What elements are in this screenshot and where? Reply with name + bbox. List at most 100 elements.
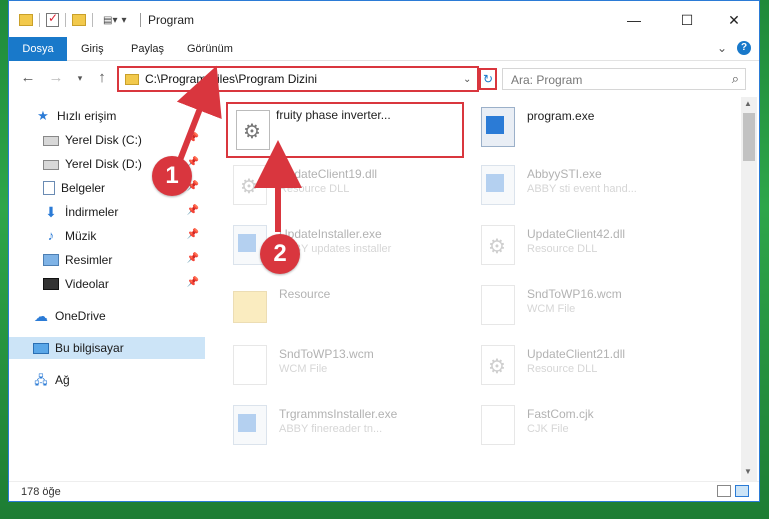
recent-locations-icon[interactable]: ▾: [71, 73, 89, 84]
back-arrow-icon[interactable]: ←: [19, 69, 37, 86]
file-name: UpdateClient42.dll: [527, 227, 626, 241]
search-icon[interactable]: ⌕: [732, 71, 739, 87]
file-type: WCM File: [279, 363, 328, 375]
sidebar-item-label: İndirmeler: [65, 205, 119, 219]
up-arrow-icon[interactable]: ↑: [93, 69, 111, 86]
vertical-scrollbar[interactable]: ▲ ▼: [741, 97, 757, 481]
pin-icon[interactable]: 📌: [187, 229, 199, 240]
sidebar-item-label: Resimler: [65, 253, 113, 267]
scroll-down-icon[interactable]: ▼: [744, 467, 752, 476]
pin-icon[interactable]: 📌: [187, 205, 199, 216]
list-item[interactable]: UpdateClient19.dll Resource DLL: [211, 161, 451, 211]
callout-badge-1: 1: [152, 156, 192, 196]
toolbar-divider: [92, 13, 93, 27]
scroll-up-icon[interactable]: ▲: [744, 99, 752, 108]
dll-file-icon: [481, 345, 515, 385]
document-icon: [43, 181, 55, 195]
ribbon-controls: ⌄ ?: [717, 41, 751, 55]
list-item[interactable]: Resource: [211, 281, 451, 331]
details-view-icon[interactable]: [717, 485, 731, 497]
list-item[interactable]: AbbyySTI.exe ABBY sti event hand...: [459, 161, 699, 211]
file-name: AbbyySTI.exe: [527, 167, 602, 181]
ribbon-tabs: Dosya Giriş Paylaş Görünüm ⌄ ?: [9, 37, 759, 61]
tab-view[interactable]: Görünüm: [177, 37, 243, 61]
file-type: Resource DLL: [279, 183, 350, 195]
file-type: ABBY sti event hand...: [527, 183, 637, 195]
sidebar-item-label: Müzik: [65, 229, 97, 243]
tab-share[interactable]: Paylaş: [121, 37, 174, 61]
file-type: CJK File: [527, 423, 569, 435]
sidebar-item-quick-access[interactable]: ★ Hızlı erişim: [9, 105, 205, 127]
customize-toolbar-icon[interactable]: ▾: [121, 15, 126, 26]
file-type: Resource DLL: [527, 363, 598, 375]
list-item[interactable]: UpdateInstaller.exe ABBY updates install…: [211, 221, 451, 271]
sidebar-item-this-pc[interactable]: Bu bilgisayar: [9, 337, 205, 359]
file-name: Resource: [279, 287, 331, 301]
sidebar-item-label: Hızlı erişim: [57, 109, 117, 123]
sidebar-item-onedrive[interactable]: ☁ OneDrive: [9, 305, 205, 327]
executable-file-icon: [481, 165, 515, 205]
disk-icon: [43, 160, 59, 170]
search-placeholder: Ara: Program: [511, 73, 583, 87]
minimize-button[interactable]: —: [611, 9, 657, 31]
list-item[interactable]: SndToWP13.wcm WCM File: [211, 341, 451, 391]
list-item[interactable]: UpdateClient42.dll Resource DLL: [459, 221, 699, 271]
item-count: 178 öğe: [21, 486, 61, 498]
star-icon: ★: [37, 108, 49, 123]
sidebar-item-disk-c[interactable]: Yerel Disk (C:) 📌: [9, 129, 205, 151]
disk-icon: [43, 136, 59, 146]
file-icon: [481, 285, 515, 325]
search-input[interactable]: Ara: Program ⌕: [502, 68, 746, 90]
network-icon: 🖧: [34, 373, 48, 387]
file-name: UpdateInstaller.exe: [279, 227, 382, 241]
tab-home[interactable]: Giriş: [71, 37, 114, 61]
forward-arrow-icon[interactable]: →: [47, 69, 65, 86]
highlighted-file[interactable]: ⚙ fruity phase inverter...: [226, 102, 464, 158]
executable-file-icon: [233, 405, 267, 445]
sidebar-item-label: OneDrive: [55, 309, 106, 323]
address-bar[interactable]: C:\Program Files\Program Dizini ⌄: [117, 66, 479, 92]
large-icons-view-icon[interactable]: [735, 485, 749, 497]
new-folder-icon[interactable]: [72, 14, 86, 26]
list-item[interactable]: TrgrammsInstaller.exe ABBY finereader tn…: [211, 401, 451, 451]
file-name: UpdateClient21.dll: [527, 347, 626, 361]
sidebar-item-label: Belgeler: [61, 181, 106, 195]
view-options-icon[interactable]: ▤▾: [103, 15, 117, 26]
close-button[interactable]: ✕: [711, 9, 757, 31]
sidebar-item-pictures[interactable]: Resimler 📌: [9, 249, 205, 271]
refresh-button[interactable]: ↻: [479, 68, 497, 90]
properties-icon[interactable]: [46, 11, 59, 27]
view-switcher: [717, 485, 749, 497]
sidebar-item-music[interactable]: ♪ Müzik 📌: [9, 225, 205, 247]
chevron-down-icon[interactable]: ⌄: [463, 74, 477, 85]
file-type: Resource DLL: [527, 243, 598, 255]
tab-file[interactable]: Dosya: [9, 37, 67, 61]
music-icon: ♪: [47, 228, 55, 243]
pin-icon[interactable]: 📌: [187, 277, 199, 288]
navigation-row: ← → ▾ ↑ C:\Program Files\Program Dizini …: [9, 63, 759, 95]
file-icon: [481, 405, 515, 445]
pin-icon[interactable]: 📌: [187, 253, 199, 264]
list-item[interactable]: SndToWP16.wcm WCM File: [459, 281, 699, 331]
pin-icon[interactable]: 📌: [187, 133, 199, 144]
sidebar-item-videos[interactable]: Videolar 📌: [9, 273, 205, 295]
videos-icon: [43, 278, 59, 290]
toolbar-divider: [65, 13, 66, 27]
sidebar-item-downloads[interactable]: ⬇ İndirmeler 📌: [9, 201, 205, 223]
file-name: SndToWP13.wcm: [279, 347, 374, 361]
list-item[interactable]: FastCom.cjk CJK File: [459, 401, 699, 451]
scrollbar-thumb[interactable]: [743, 113, 755, 161]
list-item[interactable]: UpdateClient21.dll Resource DLL: [459, 341, 699, 391]
sidebar-item-network[interactable]: 🖧 Ağ: [9, 369, 205, 391]
address-path[interactable]: C:\Program Files\Program Dizini: [145, 72, 463, 86]
maximize-button[interactable]: ☐: [664, 9, 710, 31]
file-name: program.exe: [527, 109, 595, 123]
list-item[interactable]: program.exe: [459, 103, 699, 153]
status-bar: 178 öğe: [9, 481, 759, 501]
folder-icon[interactable]: [19, 14, 33, 26]
file-name: FastCom.cjk: [527, 407, 594, 421]
computer-icon: [33, 342, 49, 354]
expand-ribbon-icon[interactable]: ⌄: [717, 41, 727, 55]
help-icon[interactable]: ?: [737, 41, 751, 55]
cloud-icon: ☁: [34, 308, 48, 324]
